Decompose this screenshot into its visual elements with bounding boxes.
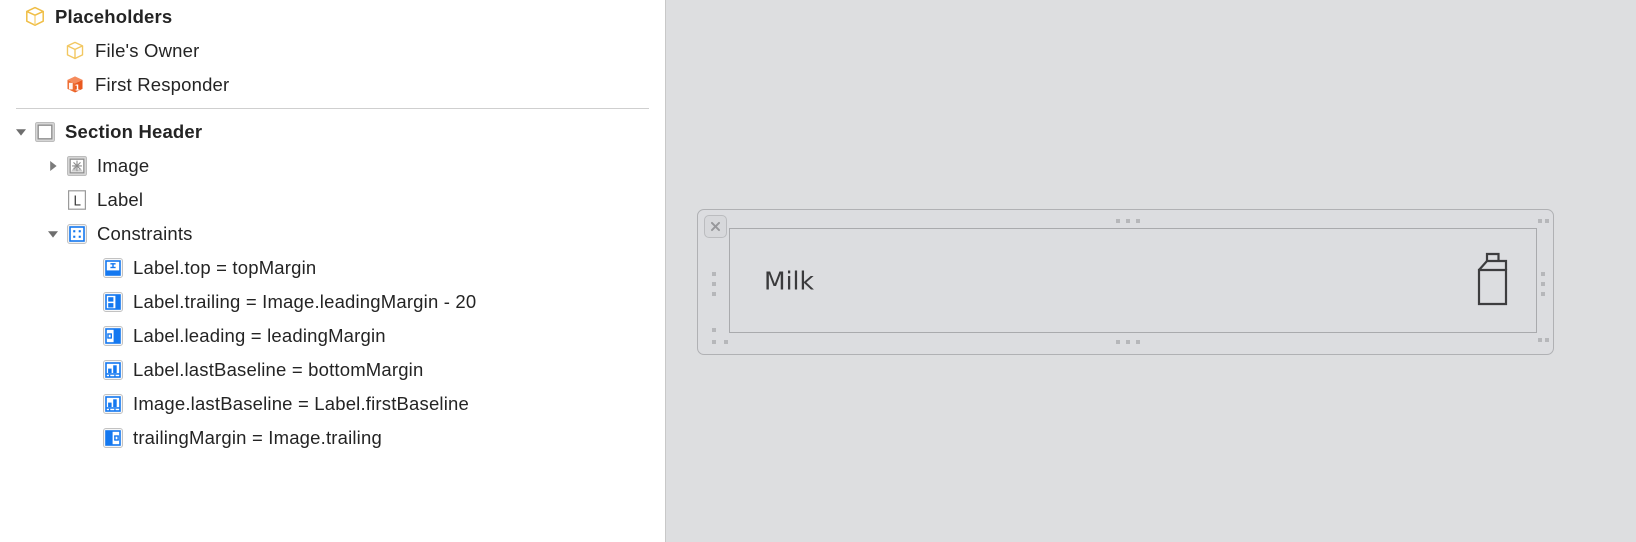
outline-label: Label — [97, 189, 144, 210]
resize-handle-dot[interactable] — [1541, 292, 1545, 296]
outline-label: File's Owner — [95, 40, 200, 61]
outline-row-constraint[interactable]: Label.top = topMargin — [0, 251, 665, 285]
outline-row-constraints[interactable]: Constraints — [0, 217, 665, 251]
resize-handle-dot[interactable] — [1545, 338, 1549, 342]
outline-row-image[interactable]: Image — [0, 149, 665, 183]
outline-row-constraint[interactable]: Image.lastBaseline = Label.firstBaseline — [0, 387, 665, 421]
resize-handle-dot[interactable] — [712, 340, 716, 344]
canvas-pane[interactable]: Milk — [666, 0, 1636, 542]
resize-handle-dot[interactable] — [1538, 338, 1542, 342]
outline-label: Section Header — [65, 121, 203, 142]
outline-label: Label.top = topMargin — [133, 257, 317, 278]
cube-outline-icon — [62, 38, 88, 64]
constraint-trailing-icon — [100, 289, 126, 315]
outline-label: Label.leading = leadingMargin — [133, 325, 386, 346]
svg-text:L: L — [73, 194, 81, 209]
outline-label: Placeholders — [55, 6, 173, 27]
constraint-leading-icon — [100, 323, 126, 349]
resize-handle-dot[interactable] — [1136, 219, 1140, 223]
outline-row-label[interactable]: L Label — [0, 183, 665, 217]
view-square-icon — [32, 119, 58, 145]
outline-label: First Responder — [95, 74, 230, 95]
resize-handle-dot[interactable] — [712, 272, 716, 276]
outline-row-constraint[interactable]: Label.lastBaseline = bottomMargin — [0, 353, 665, 387]
outline-row-constraint[interactable]: trailingMargin = Image.trailing — [0, 421, 665, 455]
interface-builder-window: Placeholders File's Owner 1 First Respon… — [0, 0, 1636, 542]
outline-label: Label.trailing = Image.leadingMargin - 2… — [133, 291, 477, 312]
svg-text:1: 1 — [75, 84, 80, 93]
outline-row-constraint[interactable]: Label.leading = leadingMargin — [0, 319, 665, 353]
outline-label: trailingMargin = Image.trailing — [133, 427, 382, 448]
outline-row-files-owner[interactable]: File's Owner — [0, 34, 665, 68]
disclosure-triangle-collapsed-icon[interactable] — [42, 158, 64, 174]
resize-handle-dot[interactable] — [712, 282, 716, 286]
resize-handle-dot[interactable] — [724, 340, 728, 344]
outline-divider — [16, 108, 649, 109]
disclosure-triangle-expanded-icon[interactable] — [42, 226, 64, 242]
constraint-top-icon — [100, 255, 126, 281]
outline-row-constraint[interactable]: Label.trailing = Image.leadingMargin - 2… — [0, 285, 665, 319]
resize-handle-dot[interactable] — [1541, 272, 1545, 276]
constraint-trailing-margin-icon — [100, 425, 126, 451]
image-view-icon — [64, 153, 90, 179]
outline-row-first-responder[interactable]: 1 First Responder — [0, 68, 665, 102]
milk-carton-icon — [1468, 250, 1512, 311]
constraint-baseline-icon — [100, 391, 126, 417]
outline-label: Image — [97, 155, 150, 176]
resize-handle-dot[interactable] — [1116, 219, 1120, 223]
outline-label: Constraints — [97, 223, 193, 244]
resize-handle-dot[interactable] — [712, 292, 716, 296]
table-view-cell[interactable]: Milk — [697, 209, 1554, 355]
resize-handle-dot[interactable] — [712, 328, 716, 332]
constraint-baseline-icon — [100, 357, 126, 383]
constraints-icon — [64, 221, 90, 247]
cell-content-view[interactable]: Milk — [729, 228, 1537, 333]
disclosure-triangle-expanded-icon[interactable] — [10, 124, 32, 140]
document-outline-pane: Placeholders File's Owner 1 First Respon… — [0, 0, 666, 542]
close-x-icon[interactable] — [704, 215, 727, 238]
resize-handle-dot[interactable] — [1116, 340, 1120, 344]
resize-handle-dot[interactable] — [1541, 282, 1545, 286]
cell-title-label: Milk — [764, 266, 814, 295]
outline-row-placeholders[interactable]: Placeholders — [0, 0, 665, 34]
cube-outline-icon — [22, 4, 48, 30]
outline-row-section-header[interactable]: Section Header — [0, 115, 665, 149]
outline-label: Label.lastBaseline = bottomMargin — [133, 359, 424, 380]
resize-handle-dot[interactable] — [1126, 219, 1130, 223]
first-responder-cube-icon: 1 — [62, 72, 88, 98]
resize-handle-dot[interactable] — [1136, 340, 1140, 344]
label-l-icon: L — [64, 187, 90, 213]
outline-label: Image.lastBaseline = Label.firstBaseline — [133, 393, 469, 414]
resize-handle-dot[interactable] — [1126, 340, 1130, 344]
resize-handle-dot[interactable] — [1538, 219, 1542, 223]
resize-handle-dot[interactable] — [1545, 219, 1549, 223]
